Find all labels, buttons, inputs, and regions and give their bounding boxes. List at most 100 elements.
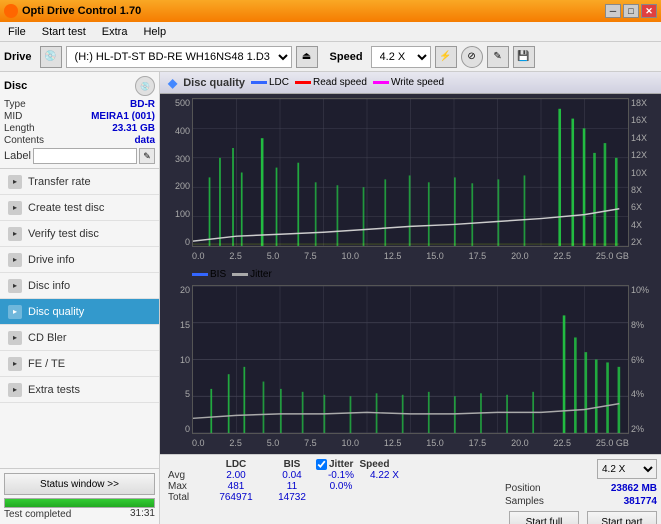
eject-button[interactable]: ⏏ (296, 46, 318, 68)
disc-label-edit-button[interactable]: ✎ (139, 148, 155, 164)
chart2-legend: BIS Jitter (164, 267, 657, 281)
app-title: Opti Drive Control 1.70 (22, 5, 141, 17)
drive-label: Drive (4, 51, 32, 63)
chart1-x-labels: 0.0 2.5 5.0 7.5 10.0 12.5 15.0 17.5 20.0… (164, 251, 657, 263)
erase-icon[interactable]: ⊘ (461, 46, 483, 68)
sidebar-item-disc-info[interactable]: ▸Disc info (0, 273, 159, 299)
menu-bar: File Start test Extra Help (0, 22, 661, 42)
create-test-disc-icon: ▸ (8, 201, 22, 215)
samples-row: Samples 381774 (505, 496, 657, 507)
total-extra (316, 492, 406, 503)
maximize-button[interactable]: □ (623, 4, 639, 18)
disc-section-title: Disc (4, 80, 27, 92)
chart2-main (192, 285, 629, 434)
disc-contents-label: Contents (4, 135, 44, 146)
status-text: Test completed (4, 509, 71, 520)
disc-type-row: Type BD-R (4, 99, 155, 110)
charts-container: 500 400 300 200 100 0 (160, 94, 661, 454)
disc-quality-icon: ▸ (8, 305, 22, 319)
disc-quality-header: ◆ Disc quality LDC Read speed Write spee… (160, 72, 661, 94)
avg-bis: 0.04 (268, 470, 316, 481)
minimize-button[interactable]: ─ (605, 4, 621, 18)
sidebar-item-label-disc-quality: Disc quality (28, 306, 84, 318)
disc-quality-title: Disc quality (183, 77, 245, 89)
speed-dropdown-row: 4.2 X (505, 459, 657, 479)
disc-label-row: Label ✎ (4, 148, 155, 164)
app-icon (4, 4, 18, 18)
legend-bis-label: BIS (210, 269, 226, 280)
stats-bar: LDC BIS Jitter Speed Avg 2.00 0.04 -0.1%… (160, 454, 661, 524)
speed-dropdown[interactable]: 4.2 X (597, 459, 657, 479)
total-ldc: 764971 (204, 492, 268, 503)
chart1-main (192, 98, 629, 247)
start-part-button[interactable]: Start part (587, 511, 657, 524)
drive-bar: Drive 💿 (H:) HL-DT-ST BD-RE WH16NS48 1.D… (0, 42, 661, 72)
speed-select[interactable]: 4.2 X (371, 46, 431, 68)
menu-extra[interactable]: Extra (98, 25, 132, 39)
progress-bar (4, 498, 155, 508)
menu-help[interactable]: Help (139, 25, 170, 39)
disc-length-value: 23.31 GB (112, 123, 155, 134)
samples-value: 381774 (624, 496, 657, 507)
sidebar-item-fe-te[interactable]: ▸FE / TE (0, 351, 159, 377)
avg-jitter-speed: -0.1% 4.22 X (316, 470, 406, 481)
chart1-svg (193, 99, 628, 246)
jitter-checkbox[interactable] (316, 459, 327, 470)
transfer-rate-icon: ▸ (8, 175, 22, 189)
sidebar-item-label-cd-bler: CD Bler (28, 332, 67, 344)
sidebar-item-verify-test-disc[interactable]: ▸Verify test disc (0, 221, 159, 247)
title-bar: Opti Drive Control 1.70 ─ □ ✕ (0, 0, 661, 22)
chart1-y-left: 500 400 300 200 100 0 (164, 98, 192, 247)
sidebar-item-label-fe-te: FE / TE (28, 358, 65, 370)
chart1-wrapper: 500 400 300 200 100 0 (164, 98, 657, 247)
speed-icon[interactable]: ⚡ (435, 46, 457, 68)
drive-select[interactable]: (H:) HL-DT-ST BD-RE WH16NS48 1.D3 (66, 46, 292, 68)
disc-label-input[interactable] (33, 148, 137, 164)
legend-jitter-color (232, 273, 248, 276)
chart1-y-right: 18X 16X 14X 12X 10X 8X 6X 4X 2X (629, 98, 657, 247)
right-stats: 4.2 X Position 23862 MB Samples 381774 S… (501, 455, 661, 524)
disc-type-value: BD-R (130, 99, 155, 110)
menu-file[interactable]: File (4, 25, 30, 39)
disc-mid-row: MID MEIRA1 (001) (4, 111, 155, 122)
disc-type-label: Type (4, 99, 26, 110)
sidebar-item-label-drive-info: Drive info (28, 254, 74, 266)
max-ldc: 481 (204, 481, 268, 492)
status-window-button[interactable]: Status window >> (4, 473, 155, 495)
start-full-button[interactable]: Start full (509, 511, 579, 524)
extra-tests-icon: ▸ (8, 383, 22, 397)
max-label: Max (168, 481, 204, 492)
close-button[interactable]: ✕ (641, 4, 657, 18)
sidebar-item-drive-info[interactable]: ▸Drive info (0, 247, 159, 273)
write-icon[interactable]: ✎ (487, 46, 509, 68)
legend-bis-color (192, 273, 208, 276)
avg-jitter: -0.1% (316, 470, 366, 481)
cd-bler-icon: ▸ (8, 331, 22, 345)
disc-mid-label: MID (4, 111, 22, 122)
sidebar-item-label-verify-test-disc: Verify test disc (28, 228, 99, 240)
save-icon[interactable]: 💾 (513, 46, 535, 68)
disc-panel: Disc 💿 Type BD-R MID MEIRA1 (001) Length… (0, 72, 159, 169)
title-bar-controls: ─ □ ✕ (605, 4, 657, 18)
max-bis: 11 (268, 481, 316, 492)
sidebar-item-transfer-rate[interactable]: ▸ Transfer rate (0, 169, 159, 195)
disc-label-label: Label (4, 150, 31, 162)
menu-start-test[interactable]: Start test (38, 25, 90, 39)
sidebar-item-create-test-disc[interactable]: ▸Create test disc (0, 195, 159, 221)
time-text: 31:31 (130, 508, 155, 520)
stats-col-empty-header (168, 459, 204, 470)
position-value: 23862 MB (611, 483, 657, 494)
sidebar-item-disc-quality[interactable]: ▸ Disc quality (0, 299, 159, 325)
disc-info-icon: ▸ (8, 279, 22, 293)
action-buttons: Start full Start part (505, 511, 657, 524)
legend-write-speed-color (373, 81, 389, 84)
legend-jitter: Jitter (232, 269, 272, 280)
stats-ldc-header: LDC (204, 459, 268, 470)
sidebar-item-label-transfer-rate: Transfer rate (28, 176, 91, 188)
max-jitter: 0.0% (316, 481, 366, 492)
total-bis: 14732 (268, 492, 316, 503)
sidebar-item-cd-bler[interactable]: ▸ CD Bler (0, 325, 159, 351)
sidebar-item-extra-tests[interactable]: ▸Extra tests (0, 377, 159, 403)
progress-bar-fill (5, 499, 154, 507)
legend-write-speed-label: Write speed (391, 77, 444, 88)
